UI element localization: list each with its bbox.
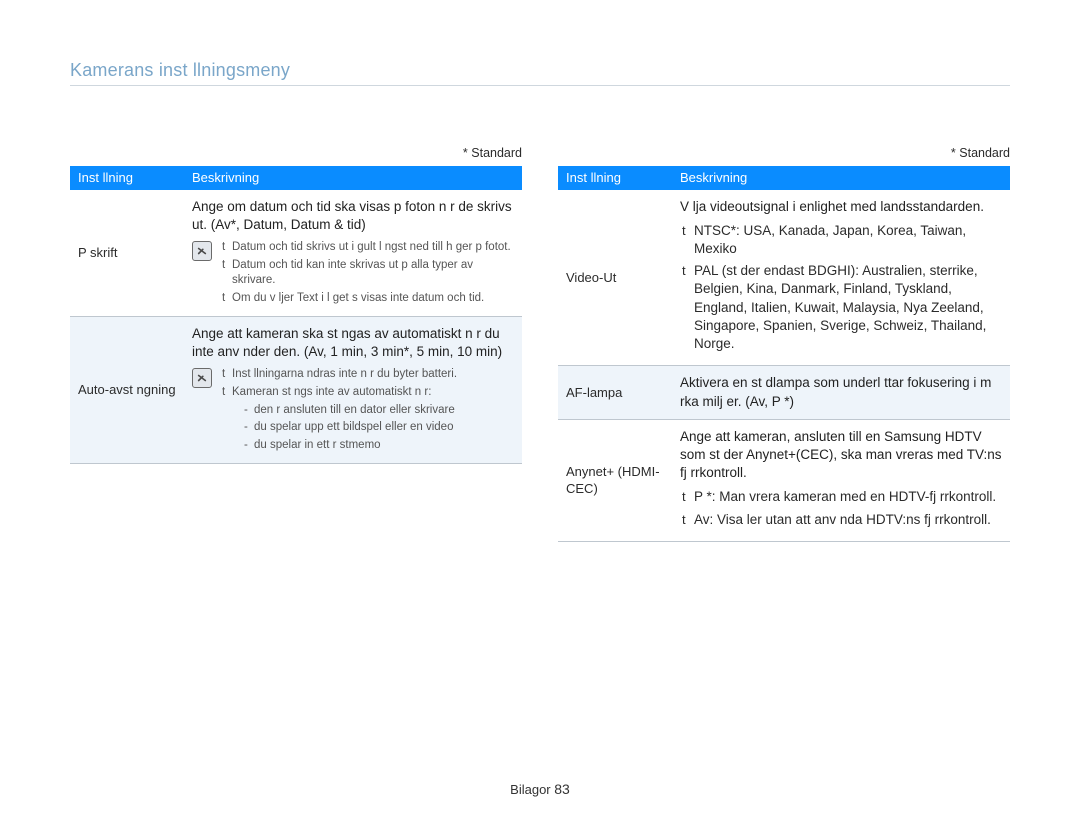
- footer-section: Bilagor: [510, 782, 550, 797]
- note-list: Datum och tid skrivs ut i gult l ngst ne…: [222, 240, 514, 308]
- sub-item: du spelar in ett r stmemo: [244, 438, 457, 454]
- table-row: Video-Ut V lja videoutsignal i enlighet …: [558, 190, 1010, 366]
- bullet-item: Av: Visa ler utan att anv nda HDTV:ns fj…: [682, 511, 1002, 529]
- note-item: Datum och tid kan inte skrivas ut p alla…: [222, 258, 514, 289]
- note-icon: [192, 368, 212, 388]
- note-item: Inst llningarna ndras inte n r du byter …: [222, 367, 457, 383]
- right-column: * Standard Inst llning Beskrivning Video…: [558, 146, 1010, 542]
- setting-desc-cell: Ange att kameran, ansluten till en Samsu…: [672, 419, 1010, 541]
- setting-desc: Aktivera en st dlampa som underl ttar fo…: [680, 374, 1002, 410]
- note-icon: [192, 241, 212, 261]
- bullet-item: NTSC*: USA, Kanada, Japan, Korea, Taiwan…: [682, 222, 1002, 258]
- setting-desc: Ange om datum och tid ska visas p foton …: [192, 198, 514, 234]
- table-row: Anynet+ (HDMI-CEC) Ange att kameran, ans…: [558, 419, 1010, 541]
- settings-table-right: Inst llning Beskrivning Video-Ut V lja v…: [558, 166, 1010, 542]
- setting-desc-cell: Ange om datum och tid ska visas p foton …: [184, 190, 522, 317]
- note-item: Datum och tid skrivs ut i gult l ngst ne…: [222, 240, 514, 256]
- standard-note-left: * Standard: [70, 146, 522, 160]
- setting-name: Auto-avst ngning: [70, 317, 184, 464]
- note-block: Datum och tid skrivs ut i gult l ngst ne…: [192, 240, 514, 308]
- sub-item: den r ansluten till en dator eller skriv…: [244, 403, 457, 419]
- bullet-list: P *: Man vrera kameran med en HDTV-fj rr…: [680, 488, 1002, 528]
- th-description: Beskrivning: [184, 166, 522, 190]
- setting-name: Anynet+ (HDMI-CEC): [558, 419, 672, 541]
- th-description: Beskrivning: [672, 166, 1010, 190]
- sub-list: den r ansluten till en dator eller skriv…: [232, 403, 457, 454]
- bullet-list: NTSC*: USA, Kanada, Japan, Korea, Taiwan…: [680, 222, 1002, 354]
- setting-name: P skrift: [70, 190, 184, 317]
- setting-desc-cell: Aktivera en st dlampa som underl ttar fo…: [672, 366, 1010, 419]
- note-block: Inst llningarna ndras inte n r du byter …: [192, 367, 514, 455]
- table-row: AF-lampa Aktivera en st dlampa som under…: [558, 366, 1010, 419]
- setting-desc: V lja videoutsignal i enlighet med lands…: [680, 198, 1002, 216]
- th-setting: Inst llning: [70, 166, 184, 190]
- setting-desc: Ange att kameran, ansluten till en Samsu…: [680, 428, 1002, 483]
- setting-name: AF-lampa: [558, 366, 672, 419]
- standard-note-right: * Standard: [558, 146, 1010, 160]
- table-row: Auto-avst ngning Ange att kameran ska st…: [70, 317, 522, 464]
- page-title-wrap: Kamerans inst llningsmeny: [70, 60, 1010, 86]
- sub-item: du spelar upp ett bildspel eller en vide…: [244, 420, 457, 436]
- setting-desc-cell: V lja videoutsignal i enlighet med lands…: [672, 190, 1010, 366]
- page-title: Kamerans inst llningsmeny: [70, 60, 1010, 85]
- setting-name: Video-Ut: [558, 190, 672, 366]
- note-item-text: Kameran st ngs inte av automatiskt n r:: [232, 386, 431, 398]
- title-rule: [70, 85, 1010, 86]
- note-list: Inst llningarna ndras inte n r du byter …: [222, 367, 457, 455]
- settings-table-left: Inst llning Beskrivning P skrift Ange om…: [70, 166, 522, 464]
- bullet-item: PAL (st der endast BDGHI): Australien, s…: [682, 262, 1002, 353]
- footer-page-number: 83: [554, 781, 570, 797]
- left-column: * Standard Inst llning Beskrivning P skr…: [70, 146, 522, 542]
- note-item: Om du v ljer Text i l get s visas inte d…: [222, 291, 514, 307]
- page-footer: Bilagor 83: [0, 781, 1080, 797]
- note-item: Kameran st ngs inte av automatiskt n r: …: [222, 385, 457, 453]
- setting-desc: Ange att kameran ska st ngas av automati…: [192, 325, 514, 361]
- bullet-item: P *: Man vrera kameran med en HDTV-fj rr…: [682, 488, 1002, 506]
- th-setting: Inst llning: [558, 166, 672, 190]
- columns: * Standard Inst llning Beskrivning P skr…: [70, 146, 1010, 542]
- table-row: P skrift Ange om datum och tid ska visas…: [70, 190, 522, 317]
- setting-desc-cell: Ange att kameran ska st ngas av automati…: [184, 317, 522, 464]
